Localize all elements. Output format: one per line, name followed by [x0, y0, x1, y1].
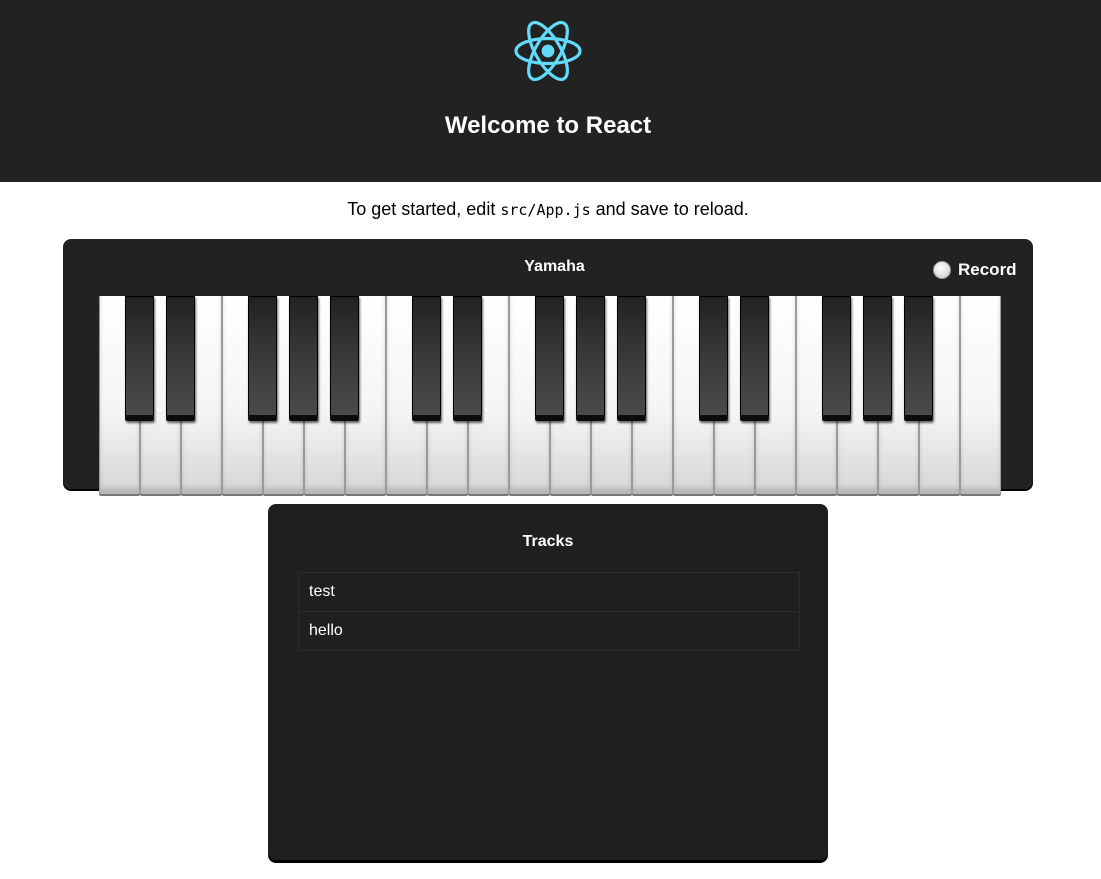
piano-white-key[interactable]	[960, 296, 1001, 494]
piano-black-key[interactable]	[453, 296, 482, 421]
track-item[interactable]: hello	[299, 612, 799, 650]
app-header: Welcome to React	[0, 0, 1101, 182]
track-list: test hello	[298, 572, 800, 651]
piano-black-key[interactable]	[904, 296, 933, 421]
piano-black-key[interactable]	[822, 296, 851, 421]
piano-black-key[interactable]	[617, 296, 646, 421]
piano-black-key[interactable]	[289, 296, 318, 421]
piano-keyboard	[99, 296, 1002, 496]
piano-black-key[interactable]	[412, 296, 441, 421]
track-item[interactable]: test	[299, 573, 799, 612]
intro-suffix: and save to reload.	[590, 199, 749, 219]
piano-black-key[interactable]	[740, 296, 769, 421]
piano-black-key[interactable]	[535, 296, 564, 421]
record-dot-icon	[933, 261, 951, 279]
piano-panel: Yamaha Record	[63, 239, 1033, 494]
tracks-panel: Tracks test hello	[268, 504, 828, 860]
piano-black-key[interactable]	[576, 296, 605, 421]
tracks-title: Tracks	[522, 533, 574, 550]
piano-black-key[interactable]	[699, 296, 728, 421]
intro-code: src/App.js	[500, 201, 591, 219]
app-title: Welcome to React	[444, 112, 652, 139]
piano-black-key[interactable]	[248, 296, 277, 421]
piano-black-key[interactable]	[863, 296, 892, 421]
intro-prefix: To get started, edit	[347, 199, 501, 219]
piano-title: Yamaha	[524, 258, 585, 275]
record-label: Record	[958, 260, 1017, 279]
piano-black-key[interactable]	[125, 296, 154, 421]
piano-black-key[interactable]	[330, 296, 359, 421]
react-atom-icon	[514, 20, 582, 82]
piano-black-key[interactable]	[166, 296, 195, 421]
record-button[interactable]: Record	[933, 260, 1017, 280]
intro-text: To get started, edit src/App.js and save…	[0, 199, 1096, 220]
